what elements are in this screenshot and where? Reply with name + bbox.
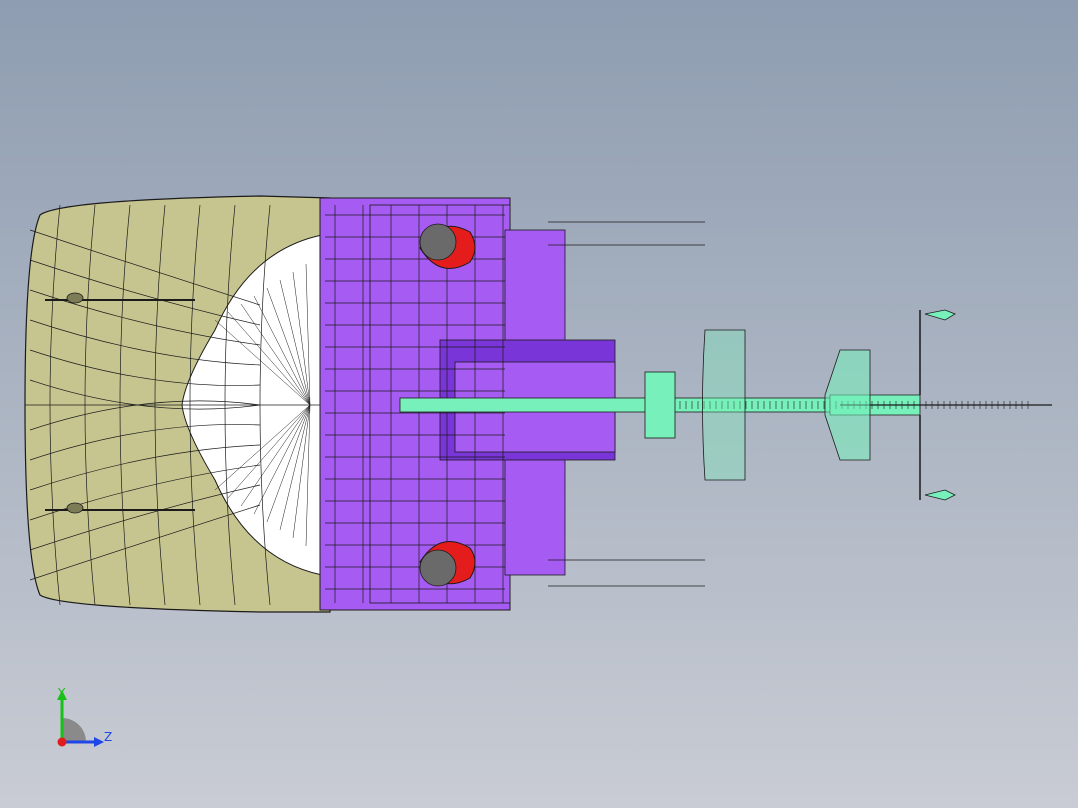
z-axis-label: Z: [104, 730, 113, 744]
radar-platform: [702, 329, 746, 481]
3d-viewport[interactable]: Y Z: [0, 0, 1078, 808]
ship-model[interactable]: [0, 0, 1078, 808]
triad-quadrant: [62, 718, 86, 742]
hull[interactable]: [24, 195, 331, 613]
mast-platform-right: [824, 349, 871, 461]
coordinate-triad: Y Z: [48, 684, 128, 764]
z-axis-arrowhead: [94, 737, 104, 747]
mast-boom: [399, 397, 841, 413]
triad-origin: [57, 737, 67, 747]
mast-base-block: [644, 371, 676, 439]
y-axis-label: Y: [58, 686, 66, 700]
signal-arm-upper: [919, 309, 956, 395]
signal-arm-lower: [919, 415, 956, 501]
